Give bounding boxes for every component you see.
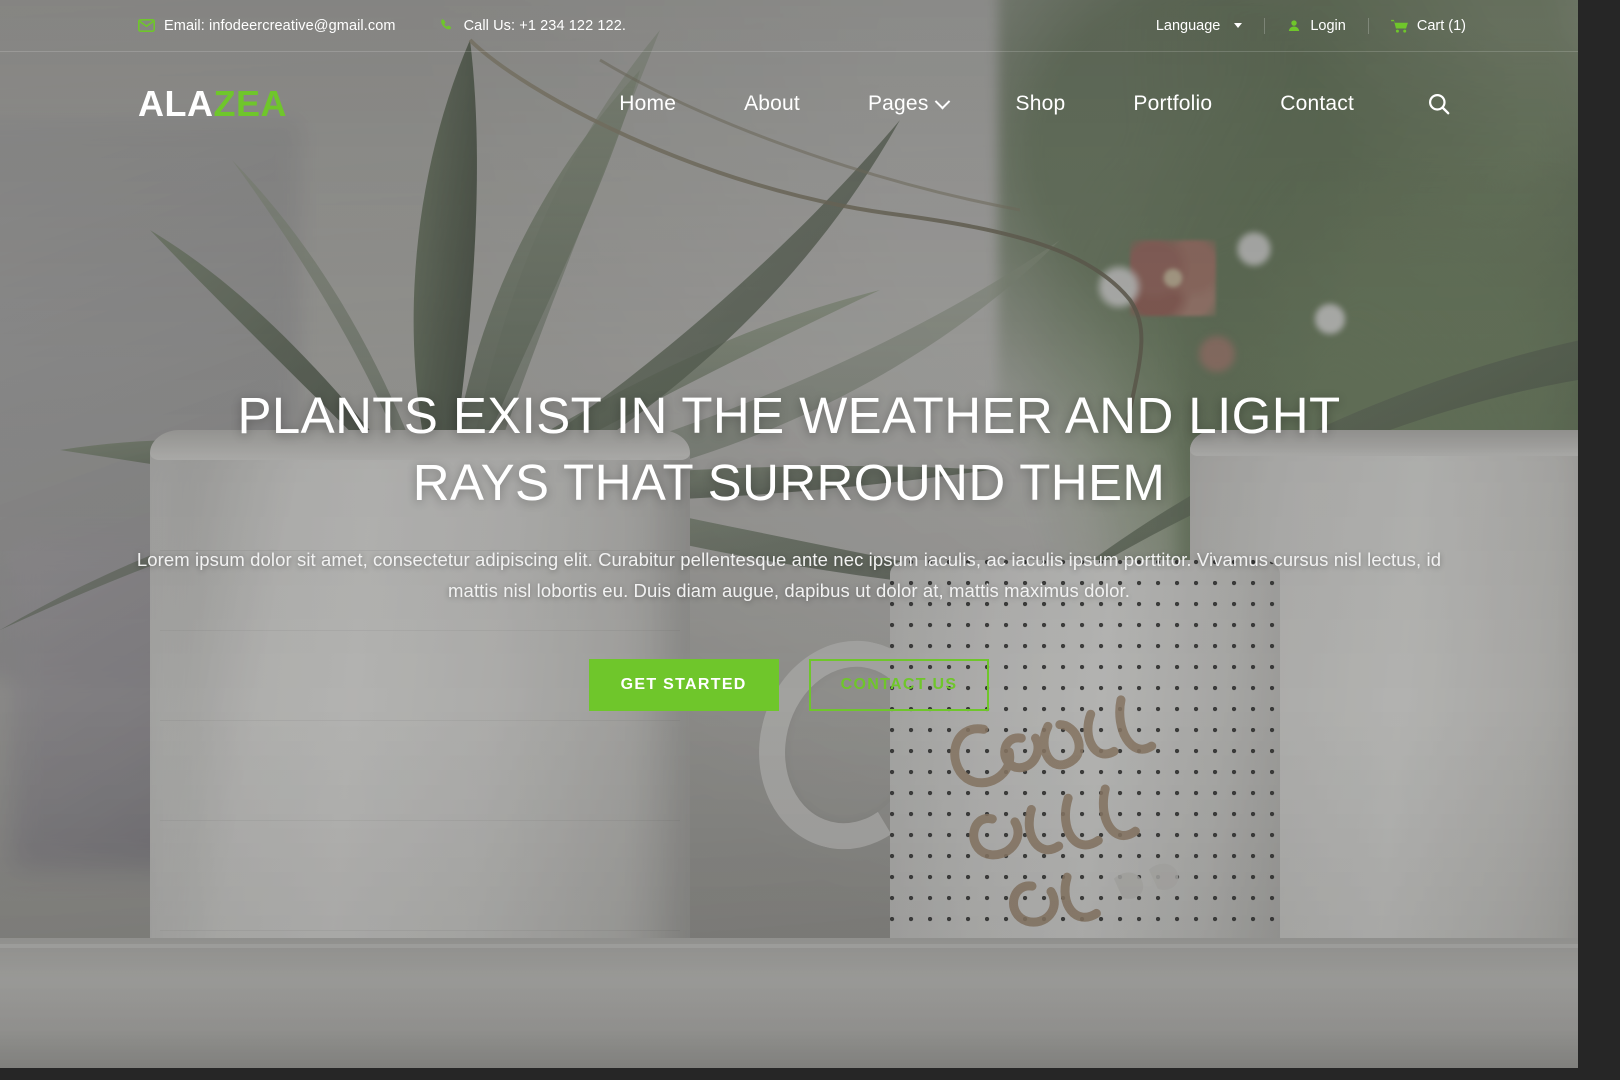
primary-menu: Home About Pages Shop Portfolio Contact [585, 92, 1388, 116]
nav-item-shop[interactable]: Shop [982, 92, 1100, 116]
hero-section: Email: infodeercreative@gmail.com Call U… [0, 0, 1578, 1068]
logo-part-one: ALA [138, 83, 214, 124]
contact-phone[interactable]: Call Us: +1 234 122 122. [440, 18, 626, 34]
nav-item-home-label: Home [619, 92, 677, 115]
nav-item-contact[interactable]: Contact [1246, 92, 1388, 116]
nav-item-portfolio-label: Portfolio [1133, 92, 1213, 115]
login-label: Login [1310, 17, 1346, 34]
hero-subtitle: Lorem ipsum dolor sit amet, consectetur … [136, 548, 1442, 602]
nav-item-about[interactable]: About [710, 92, 834, 116]
window-bottom-gutter [0, 1068, 1620, 1080]
contact-email-text: Email: infodeercreative@gmail.com [164, 17, 396, 34]
page-title: PLANTS EXIST IN THE WEATHER AND LIGHT RA… [237, 387, 1341, 511]
phone-icon [440, 18, 455, 33]
page-root: Email: infodeercreative@gmail.com Call U… [0, 0, 1620, 1080]
hero-button-group: Get Started Contact Us [588, 658, 990, 711]
top-utility-bar: Email: infodeercreative@gmail.com Call U… [0, 0, 1578, 52]
top-bar-account-group: Language Login Cart (1) [1134, 17, 1466, 34]
main-navigation-bar: ALAZEA Home About Pages Shop Portfolio C… [0, 52, 1578, 156]
language-label: Language [1155, 17, 1221, 34]
cart-icon [1390, 19, 1408, 33]
nav-item-portfolio[interactable]: Portfolio [1099, 92, 1246, 116]
contact-phone-text: Call Us: +1 234 122 122. [463, 17, 626, 34]
nav-item-home[interactable]: Home [585, 92, 710, 116]
nav-item-pages[interactable]: Pages [834, 92, 982, 116]
top-bar-contact-group: Email: infodeercreative@gmail.com Call U… [138, 18, 626, 34]
login-link[interactable]: Login [1264, 17, 1367, 34]
language-selector[interactable]: Language [1134, 18, 1265, 34]
get-started-button[interactable]: Get Started [588, 658, 779, 711]
logo-part-two: ZEA [213, 83, 287, 124]
search-icon[interactable] [1424, 89, 1454, 119]
chevron-down-icon [1234, 23, 1243, 28]
nav-item-shop-label: Shop [1015, 92, 1066, 115]
nav-item-about-label: About [744, 92, 800, 115]
cart-label: Cart (1) [1416, 17, 1466, 34]
nav-item-pages-label: Pages [867, 92, 929, 115]
envelope-icon [138, 19, 155, 32]
contact-email[interactable]: Email: infodeercreative@gmail.com [138, 18, 396, 34]
nav-item-contact-label: Contact [1280, 92, 1354, 115]
user-icon [1287, 19, 1301, 33]
cart-link[interactable]: Cart (1) [1367, 17, 1466, 34]
chevron-down-icon [934, 93, 950, 109]
site-logo[interactable]: ALAZEA [138, 86, 287, 122]
window-right-gutter [1578, 0, 1620, 1080]
hero-content: PLANTS EXIST IN THE WEATHER AND LIGHT RA… [0, 0, 1578, 1068]
contact-us-button[interactable]: Contact Us [808, 658, 990, 711]
